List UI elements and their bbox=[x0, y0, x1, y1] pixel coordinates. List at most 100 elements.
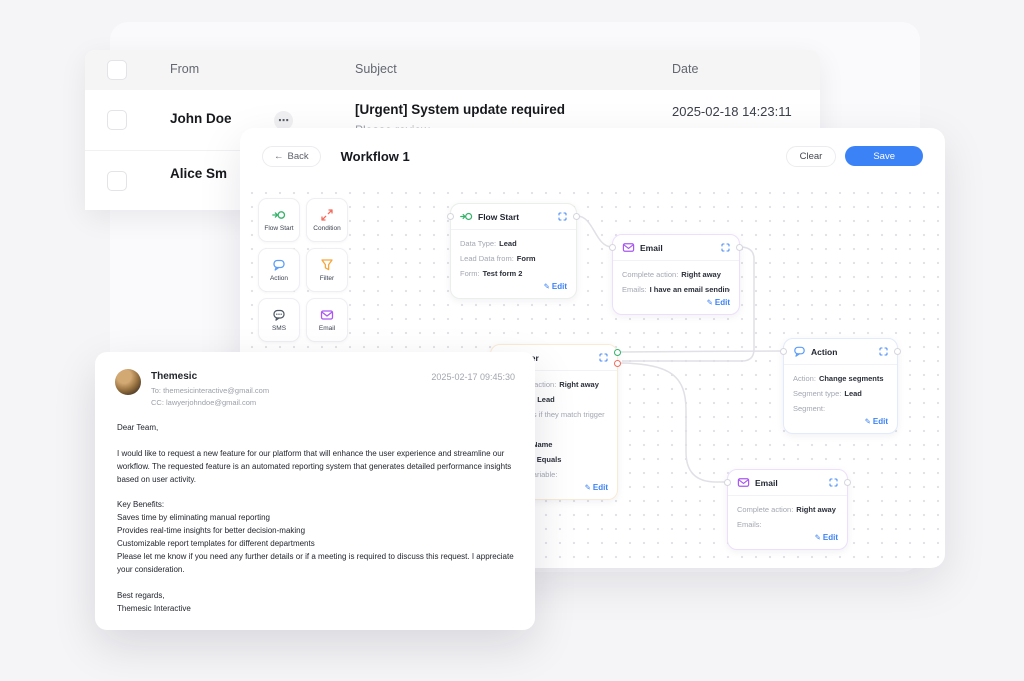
node-title: Flow Start bbox=[478, 212, 519, 222]
palette-item-action[interactable]: Action bbox=[258, 248, 300, 292]
node-action[interactable]: Action Action:Change segments Segment ty… bbox=[783, 338, 898, 434]
field-label: Segment type: bbox=[793, 389, 841, 398]
palette-item-label: Condition bbox=[313, 225, 340, 232]
output-port-false[interactable] bbox=[614, 360, 621, 367]
field-label: Form: bbox=[460, 269, 480, 278]
node-email-top[interactable]: Email Complete action:Right away Emails:… bbox=[612, 234, 740, 315]
email-subject: [Urgent] System update required bbox=[355, 102, 565, 117]
field-label: Complete action: bbox=[622, 270, 678, 279]
page-title: Workflow 1 bbox=[341, 149, 410, 164]
email-icon bbox=[737, 476, 750, 489]
email-date: 2025-02-18 14:23:11 bbox=[672, 104, 792, 119]
condition-icon bbox=[320, 208, 334, 222]
field-label: Data Type: bbox=[460, 239, 496, 248]
field-label: Lead Data from: bbox=[460, 254, 514, 263]
expand-icon[interactable] bbox=[879, 347, 888, 356]
expand-icon[interactable] bbox=[721, 243, 730, 252]
field-value: Name bbox=[532, 440, 552, 449]
expand-icon[interactable] bbox=[829, 478, 838, 487]
expand-icon[interactable] bbox=[599, 353, 608, 362]
palette-item-flow-start[interactable]: Flow Start bbox=[258, 198, 300, 242]
output-port[interactable] bbox=[844, 479, 851, 486]
email-icon bbox=[622, 241, 635, 254]
back-arrow-icon: ← bbox=[274, 151, 284, 162]
pencil-icon: ✎ bbox=[865, 417, 871, 426]
palette-item-condition[interactable]: Condition bbox=[306, 198, 348, 242]
column-header-from: From bbox=[170, 62, 199, 76]
input-port[interactable] bbox=[609, 244, 616, 251]
sms-icon bbox=[272, 308, 286, 322]
output-port[interactable] bbox=[894, 348, 901, 355]
sender-name: John Doe bbox=[170, 111, 232, 126]
pencil-icon: ✎ bbox=[707, 298, 713, 307]
palette-item-label: Email bbox=[319, 325, 335, 332]
select-all-checkbox[interactable] bbox=[107, 60, 127, 80]
action-icon bbox=[272, 258, 286, 272]
node-title: Action bbox=[811, 347, 837, 357]
palette-item-label: Flow Start bbox=[264, 225, 293, 232]
node-email-bottom[interactable]: Email Complete action:Right away Emails:… bbox=[727, 469, 848, 550]
back-button-label: Back bbox=[288, 151, 309, 162]
column-header-subject: Subject bbox=[355, 62, 397, 76]
field-value: Right away bbox=[796, 505, 836, 514]
input-port[interactable] bbox=[724, 479, 731, 486]
palette-item-email[interactable]: Email bbox=[306, 298, 348, 342]
flow-start-icon bbox=[272, 208, 286, 222]
save-button[interactable]: Save bbox=[845, 146, 923, 166]
field-value: Lead bbox=[844, 389, 862, 398]
palette-item-label: SMS bbox=[272, 325, 286, 332]
palette-item-sms[interactable]: SMS bbox=[258, 298, 300, 342]
field-value: Test form 2 bbox=[483, 269, 523, 278]
edit-link[interactable]: ✎Edit bbox=[793, 417, 888, 426]
edit-link[interactable]: ✎Edit bbox=[460, 282, 567, 291]
field-value: Equals bbox=[537, 455, 562, 464]
palette-item-label: Filter bbox=[320, 275, 334, 282]
flow-start-icon bbox=[460, 210, 473, 223]
node-flow-start[interactable]: Flow Start Data Type:Lead Lead Data from… bbox=[450, 203, 577, 299]
sender-name: Themesic bbox=[151, 371, 197, 382]
field-value: Form bbox=[517, 254, 536, 263]
pencil-icon: ✎ bbox=[585, 483, 591, 492]
input-port[interactable] bbox=[780, 348, 787, 355]
inbox-header-row: From Subject Date bbox=[85, 50, 820, 90]
field-label: Action: bbox=[793, 374, 816, 383]
node-title: Email bbox=[640, 243, 663, 253]
email-body: Dear Team, I would like to request a new… bbox=[117, 422, 515, 616]
pencil-icon: ✎ bbox=[815, 533, 821, 542]
palette-item-filter[interactable]: Filter bbox=[306, 248, 348, 292]
column-header-date: Date bbox=[672, 62, 698, 76]
output-port[interactable] bbox=[736, 244, 743, 251]
expand-icon[interactable] bbox=[558, 212, 567, 221]
output-port[interactable] bbox=[573, 213, 580, 220]
edit-link[interactable]: ✎Edit bbox=[622, 298, 730, 307]
avatar bbox=[115, 369, 141, 395]
filter-icon bbox=[320, 258, 334, 272]
action-icon bbox=[793, 345, 806, 358]
recipient-to: To: themesicinteractive@gmail.com bbox=[151, 386, 269, 395]
field-label: Segment: bbox=[793, 404, 825, 413]
field-value: Right away bbox=[559, 380, 599, 389]
workflow-header: ← Back Workflow 1 Clear Save bbox=[240, 128, 945, 184]
email-timestamp: 2025-02-17 09:45:30 bbox=[431, 372, 515, 382]
field-value: Lead bbox=[537, 395, 555, 404]
node-palette: Flow Start Condition Action Filter SMS E… bbox=[258, 198, 348, 342]
field-value: Change segments bbox=[819, 374, 884, 383]
row-checkbox[interactable] bbox=[107, 171, 127, 191]
node-title: Email bbox=[755, 478, 778, 488]
field-value: Right away bbox=[681, 270, 721, 279]
email-icon bbox=[320, 308, 334, 322]
output-port-true[interactable] bbox=[614, 349, 621, 356]
back-button[interactable]: ← Back bbox=[262, 146, 321, 167]
row-checkbox[interactable] bbox=[107, 110, 127, 130]
recipient-cc: CC: lawyerjohndoe@gmail.com bbox=[151, 398, 256, 407]
email-detail-card: Themesic To: themesicinteractive@gmail.c… bbox=[95, 352, 535, 630]
field-value: I have an email sending... bbox=[650, 285, 730, 294]
edit-link[interactable]: ✎Edit bbox=[737, 533, 838, 542]
input-port[interactable] bbox=[447, 213, 454, 220]
field-label: Emails: bbox=[622, 285, 647, 294]
clear-button[interactable]: Clear bbox=[786, 146, 837, 167]
palette-item-label: Action bbox=[270, 275, 288, 282]
field-value: Lead bbox=[499, 239, 517, 248]
sender-name: Alice Sm bbox=[170, 166, 227, 181]
field-label: Emails: bbox=[737, 520, 762, 529]
